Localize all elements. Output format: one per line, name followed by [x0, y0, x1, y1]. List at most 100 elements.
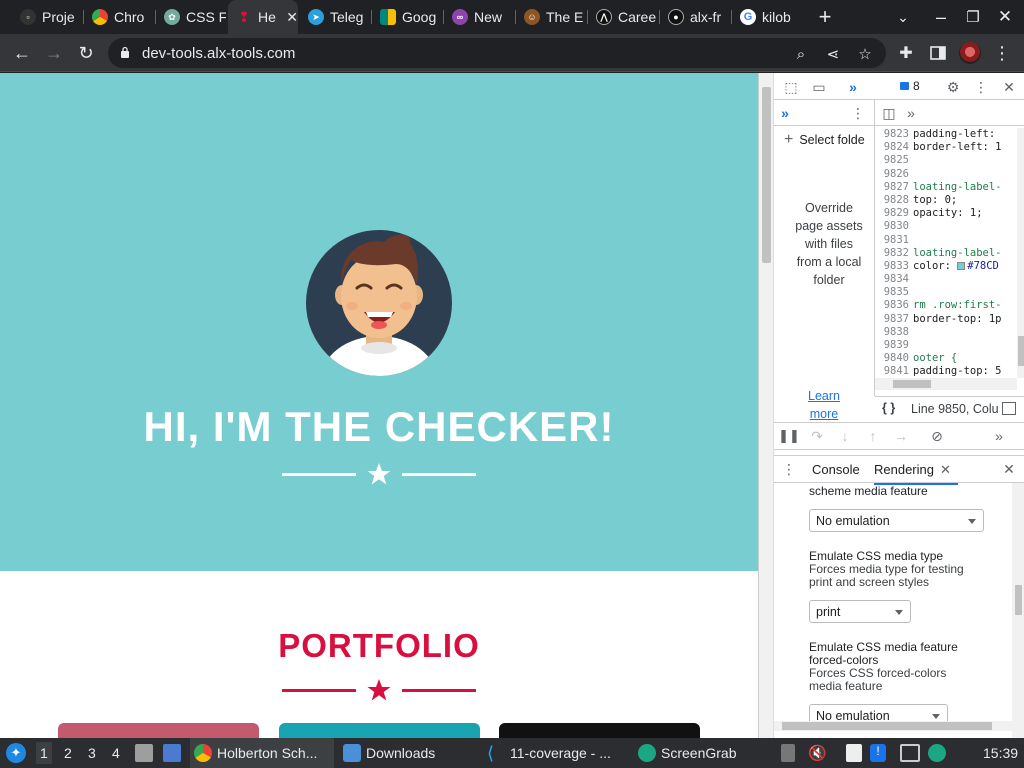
learn-more-link[interactable]: Learn more	[794, 387, 854, 423]
media-type-select[interactable]: print	[809, 600, 911, 623]
tab-career[interactable]: ⋀ Caree	[588, 4, 658, 30]
code-line: 9829 opacity: 1;	[875, 207, 1017, 220]
forced-colors-desc: Forces CSS forced-colors	[809, 666, 947, 680]
side-panel-icon[interactable]	[926, 41, 950, 65]
desktop-launcher-icon[interactable]	[163, 744, 181, 762]
start-menu-icon[interactable]: ✦	[6, 743, 26, 763]
more-tabs-icon[interactable]: »	[776, 104, 794, 122]
task-downloads[interactable]: Downloads	[340, 738, 480, 768]
bookmark-star-icon[interactable]: ☆	[856, 45, 874, 63]
navigator-menu-icon[interactable]: ⋮	[849, 104, 867, 122]
telegram-favicon-icon: ➤	[308, 9, 324, 25]
more-debugger-icon[interactable]: »	[990, 427, 1008, 445]
coverage-icon[interactable]	[1002, 402, 1016, 415]
tab-new[interactable]: ∞ New	[444, 4, 514, 30]
pretty-print-icon[interactable]: { }	[882, 401, 895, 415]
display-icon[interactable]	[900, 744, 920, 762]
mute-speaker-icon[interactable]: 🔇	[808, 744, 827, 762]
close-rendering-icon[interactable]: ✕	[940, 462, 951, 477]
tab-css[interactable]: ✿ CSS F	[156, 4, 226, 30]
portfolio-card-3[interactable]	[499, 723, 700, 738]
screengrab-tray-icon[interactable]	[928, 744, 946, 762]
more-panels-icon[interactable]: »	[844, 78, 862, 96]
workspace-1[interactable]: 1	[36, 742, 52, 764]
close-drawer-icon[interactable]: ✕	[1000, 460, 1018, 478]
close-devtools-icon[interactable]: ✕	[1000, 78, 1018, 96]
more-editor-tabs-icon[interactable]: »	[902, 104, 920, 122]
editor-horizontal-scrollbar[interactable]	[875, 378, 1017, 390]
select-folder-button[interactable]: + Select folde	[784, 131, 865, 149]
tab-telegram[interactable]: ➤ Teleg	[300, 4, 370, 30]
tab-google[interactable]: G kilob	[732, 4, 802, 30]
workspace-4[interactable]: 4	[112, 745, 120, 761]
url-text[interactable]: dev-tools.alx-tools.com	[142, 45, 295, 62]
close-tab-icon[interactable]: ✕	[286, 9, 298, 26]
portfolio-card-1[interactable]	[58, 723, 259, 738]
portfolio-card-2[interactable]	[279, 723, 480, 738]
tab-holberton-active[interactable]: ❢ He ✕	[228, 0, 298, 34]
cursor-position: Line 9850, Colu	[911, 402, 999, 416]
drawer-tabbar: ⋮ Console Rendering ✕ ✕	[774, 455, 1024, 485]
drawer-menu-icon[interactable]: ⋮	[780, 460, 798, 478]
back-icon[interactable]: ←	[10, 41, 34, 65]
share-icon[interactable]: ⋖	[824, 45, 842, 63]
restore-icon[interactable]: ❐	[961, 5, 985, 29]
file-manager-launcher-icon[interactable]	[135, 744, 153, 762]
editor-vertical-scrollbar[interactable]	[1017, 128, 1024, 378]
close-window-icon[interactable]: ✕	[993, 5, 1017, 29]
plus-icon: +	[784, 131, 794, 148]
color-swatch[interactable]	[957, 261, 966, 270]
new-tab-button[interactable]: +	[813, 4, 837, 29]
navigator-header: » ⋮	[774, 100, 875, 126]
pause-icon[interactable]: ❚❚	[778, 427, 800, 445]
devtools-main: ⬚ ▭ » 8 ⚙ ⋮ ✕ » ⋮ + Select folde Override…	[774, 73, 1024, 738]
forward-icon[interactable]: →	[42, 41, 66, 65]
rendering-scrollbar[interactable]	[1012, 483, 1024, 738]
scheme-select[interactable]: No emulation	[809, 509, 984, 532]
inspect-element-icon[interactable]: ⬚	[782, 78, 800, 96]
task-vscode[interactable]: ⟨ 11-coverage - ...	[487, 738, 627, 768]
workspace-2[interactable]: 2	[64, 745, 72, 761]
code-editor[interactable]: ◫ » 9823 padding-left: 9824 border-left: 1…	[875, 100, 1024, 396]
hero-title: HI, I'M THE CHECKER!	[143, 403, 615, 450]
line-number: 9823	[883, 128, 909, 140]
tab-console[interactable]: Console	[812, 462, 860, 477]
deactivate-breakpoints-icon[interactable]: ⊘	[928, 427, 946, 445]
settings-gear-icon[interactable]: ⚙	[944, 78, 962, 96]
zoom-search-icon[interactable]: ⌕	[792, 45, 810, 63]
color-value: #78CD	[967, 259, 999, 272]
line-number: 9831	[883, 233, 909, 246]
chrome-favicon-icon	[92, 9, 108, 25]
notes-icon[interactable]	[846, 744, 862, 762]
browser-menu-icon[interactable]: ⋮	[990, 41, 1014, 65]
reload-icon[interactable]: ↻	[74, 41, 98, 65]
profile-avatar[interactable]	[958, 41, 982, 65]
tab-rendering[interactable]: Rendering ✕	[874, 462, 958, 485]
line-number: 9827	[883, 180, 909, 193]
extensions-icon[interactable]: ✚	[894, 41, 918, 65]
step-into-icon[interactable]: ↓	[836, 427, 854, 445]
task-screengrab[interactable]: ScreenGrab	[634, 738, 764, 768]
step-icon[interactable]: →	[892, 427, 910, 445]
clipboard-icon[interactable]	[781, 744, 795, 762]
task-chrome[interactable]: Holberton Sch...	[190, 738, 334, 768]
tab-chrome[interactable]: Chro	[84, 4, 154, 30]
tab-the-e[interactable]: ☺ The E	[516, 4, 586, 30]
tab-project[interactable]: ▫ Proje	[12, 4, 82, 30]
issues-badge[interactable]: 8	[896, 78, 924, 94]
device-toolbar-icon[interactable]: ▭	[810, 78, 828, 96]
line-text: padding-top: 5	[913, 365, 1002, 378]
notification-icon[interactable]: !	[870, 744, 886, 762]
tab-search-icon[interactable]: ⌄	[891, 5, 915, 29]
drawer-horizontal-scrollbar[interactable]	[774, 721, 1012, 731]
tab-github[interactable]: ● alx-fr	[660, 4, 730, 30]
toggle-navigator-icon[interactable]: ◫	[880, 104, 898, 122]
address-bar[interactable]: dev-tools.alx-tools.com ⌕ ⋖ ☆	[108, 38, 886, 68]
devtools-menu-icon[interactable]: ⋮	[972, 78, 990, 96]
workspace-3[interactable]: 3	[88, 745, 96, 761]
step-out-icon[interactable]: ↑	[864, 427, 882, 445]
minimize-icon[interactable]: ‒	[929, 5, 953, 29]
tab-google-meet[interactable]: Goog	[372, 4, 442, 30]
step-over-icon[interactable]: ↷	[808, 427, 826, 445]
page-scrollbar[interactable]	[759, 73, 774, 738]
